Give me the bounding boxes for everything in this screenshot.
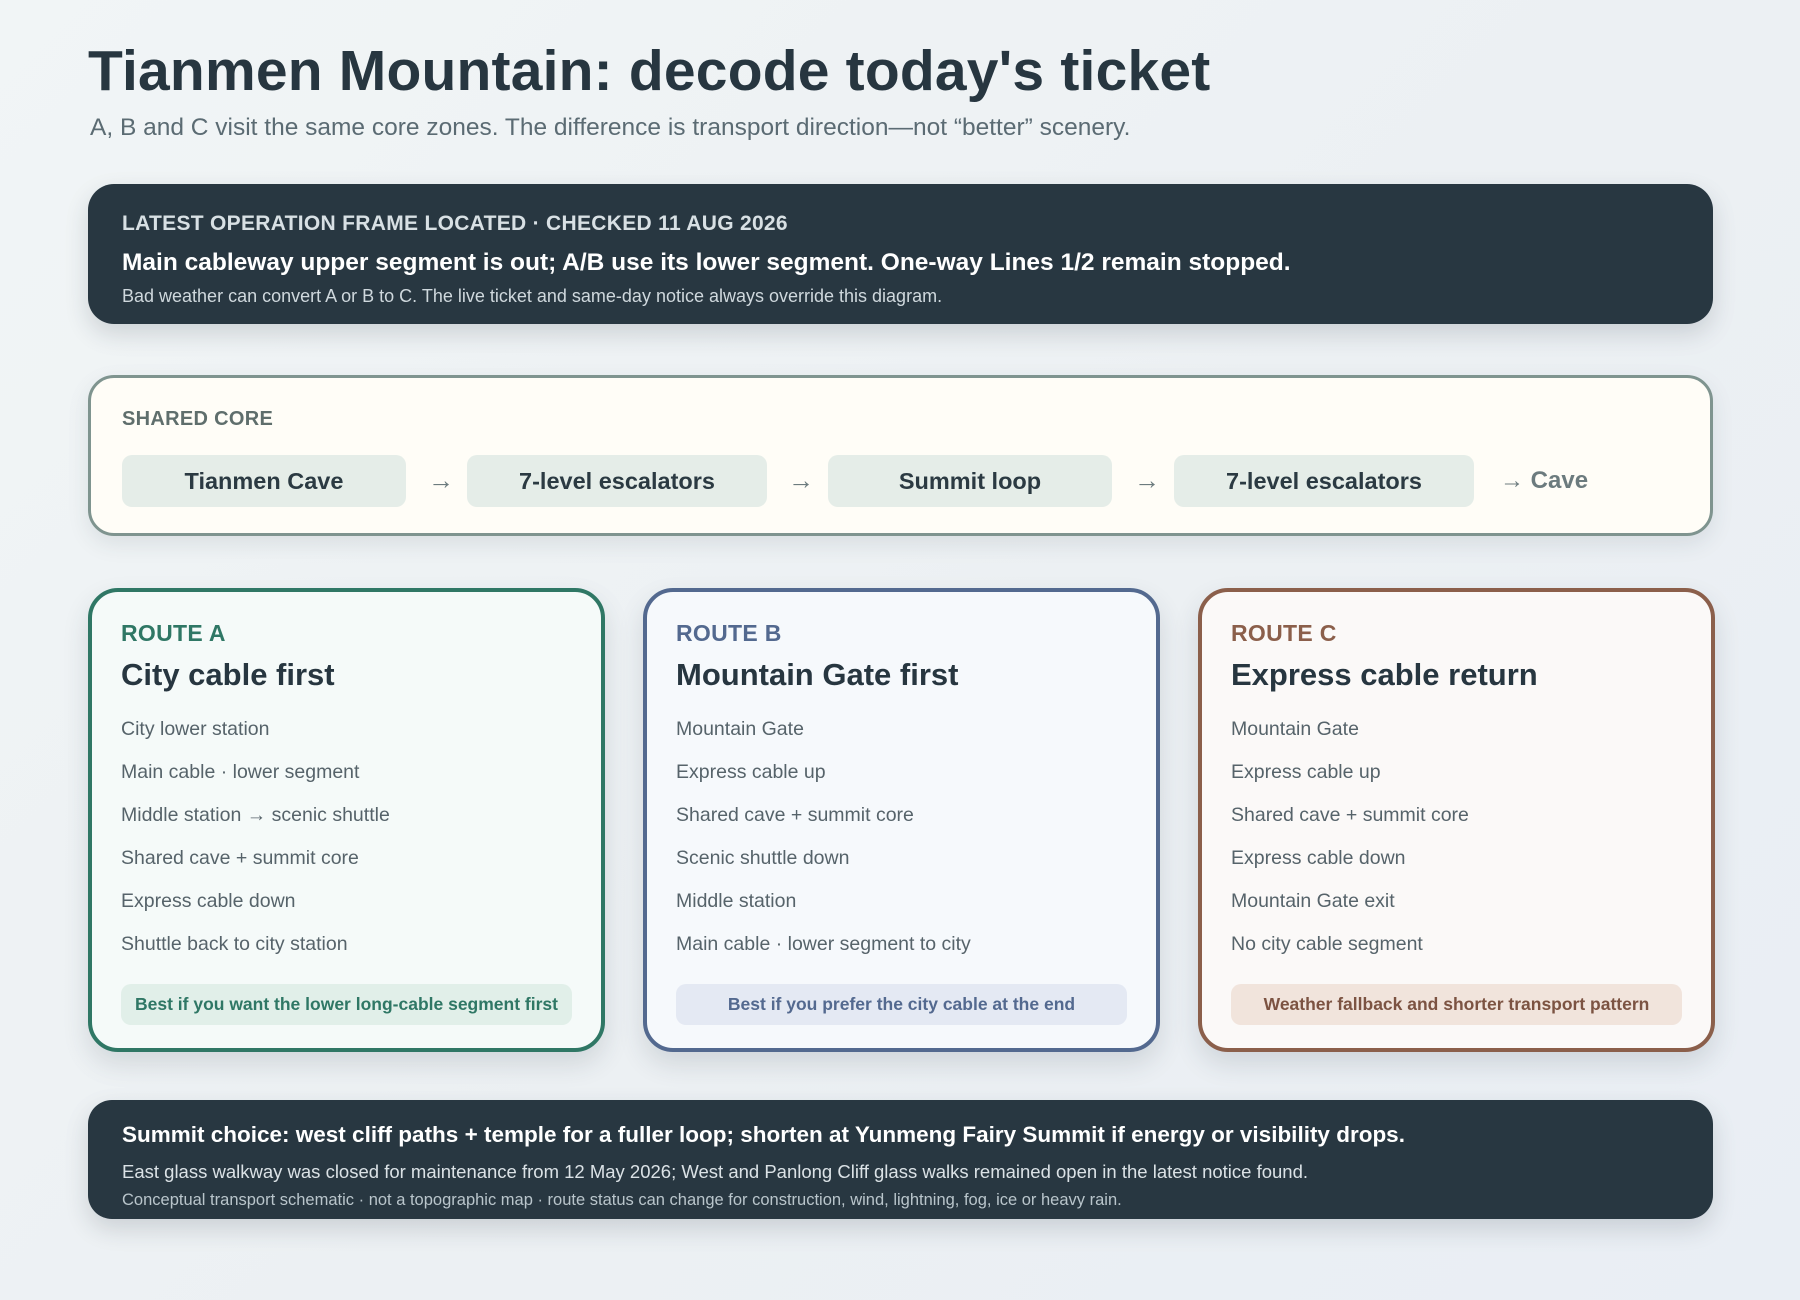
route-kicker: ROUTE B bbox=[676, 620, 782, 646]
route-steps: City lower station Main cable · lower se… bbox=[121, 715, 573, 973]
route-kicker: ROUTE C bbox=[1231, 620, 1337, 646]
core-step-summit-loop: Summit loop bbox=[828, 455, 1112, 507]
route-card-a: ROUTE A City cable first City lower stat… bbox=[88, 588, 605, 1052]
route-title: Express cable return bbox=[1231, 657, 1538, 692]
route-title: City cable first bbox=[121, 657, 335, 692]
status-headline: Main cableway upper segment is out; A/B … bbox=[122, 249, 1291, 276]
page-title: Tianmen Mountain: decode today's ticket bbox=[88, 39, 1211, 103]
summit-choice-panel: Summit choice: west cliff paths + temple… bbox=[88, 1100, 1713, 1219]
route-card-c: ROUTE C Express cable return Mountain Ga… bbox=[1198, 588, 1715, 1052]
route-step: Main cable · lower segment bbox=[121, 761, 360, 783]
route-recommendation-badge: Best if you want the lower long-cable se… bbox=[121, 984, 572, 1025]
route-recommendation-badge: Weather fallback and shorter transport p… bbox=[1231, 984, 1682, 1025]
arrow-icon: → bbox=[788, 465, 814, 495]
route-step: Express cable up bbox=[676, 761, 826, 783]
route-step: Shuttle back to city station bbox=[121, 933, 348, 955]
shared-core-label: SHARED CORE bbox=[122, 408, 274, 430]
route-step: Mountain Gate exit bbox=[1231, 890, 1395, 912]
arrow-icon: → bbox=[1134, 465, 1160, 495]
arrow-icon: → bbox=[428, 465, 454, 495]
core-step-escalators-up: 7-level escalators bbox=[467, 455, 767, 507]
page-subtitle: A, B and C visit the same core zones. Th… bbox=[90, 114, 1131, 141]
route-step: Shared cave + summit core bbox=[676, 804, 914, 826]
schematic-disclaimer: Conceptual transport schematic · not a t… bbox=[122, 1191, 1122, 1209]
status-note: Bad weather can convert A or B to C. The… bbox=[122, 286, 943, 306]
route-title: Mountain Gate first bbox=[676, 657, 959, 692]
route-step: Mountain Gate bbox=[1231, 718, 1359, 740]
route-step: Shared cave + summit core bbox=[121, 847, 359, 869]
route-kicker: ROUTE A bbox=[121, 620, 226, 646]
route-card-b: ROUTE B Mountain Gate first Mountain Gat… bbox=[643, 588, 1160, 1052]
page: Tianmen Mountain: decode today's ticket … bbox=[88, 0, 1715, 1300]
route-step: City lower station bbox=[121, 718, 270, 740]
route-steps: Mountain Gate Express cable up Shared ca… bbox=[676, 715, 1128, 973]
route-step: Express cable down bbox=[121, 890, 296, 912]
route-step: Mountain Gate bbox=[676, 718, 804, 740]
shared-core-flow: Tianmen Cave → 7-level escalators → Summ… bbox=[122, 455, 1682, 507]
operation-status-panel: LATEST OPERATION FRAME LOCATED · CHECKED… bbox=[88, 184, 1713, 324]
shared-core-panel: SHARED CORE Tianmen Cave → 7-level escal… bbox=[88, 375, 1713, 536]
summit-note: East glass walkway was closed for mainte… bbox=[122, 1161, 1309, 1182]
route-step: Express cable up bbox=[1231, 761, 1381, 783]
core-step-tianmen-cave: Tianmen Cave bbox=[122, 455, 406, 507]
route-step: No city cable segment bbox=[1231, 933, 1423, 955]
route-step: Scenic shuttle down bbox=[676, 847, 850, 869]
route-step: Middle station bbox=[676, 890, 797, 912]
core-step-escalators-down: 7-level escalators bbox=[1174, 455, 1474, 507]
summit-headline: Summit choice: west cliff paths + temple… bbox=[122, 1122, 1405, 1147]
route-step: Main cable · lower segment to city bbox=[676, 933, 971, 955]
route-step: Shared cave + summit core bbox=[1231, 804, 1469, 826]
route-step: Express cable down bbox=[1231, 847, 1406, 869]
status-kicker: LATEST OPERATION FRAME LOCATED · CHECKED… bbox=[122, 212, 788, 235]
core-step-cave-end: → Cave bbox=[1500, 467, 1589, 494]
route-steps: Mountain Gate Express cable up Shared ca… bbox=[1231, 715, 1683, 973]
route-recommendation-badge: Best if you prefer the city cable at the… bbox=[676, 984, 1127, 1025]
route-step: Middle station → scenic shuttle bbox=[121, 804, 390, 826]
